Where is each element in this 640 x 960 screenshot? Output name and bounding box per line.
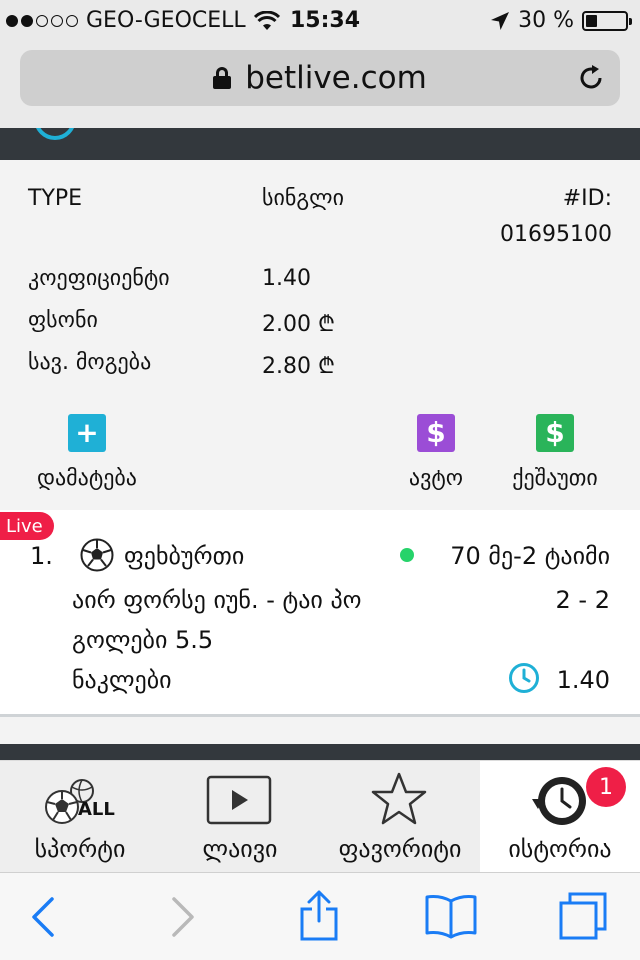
lock-icon xyxy=(213,67,232,89)
battery-icon xyxy=(582,10,632,31)
reload-icon[interactable] xyxy=(576,63,606,93)
stake-label: ფსონი xyxy=(28,308,98,333)
tabs-icon[interactable] xyxy=(558,891,608,941)
bet-details: TYPE სინგლი #ID: 01695100 კოეფიციენტი 1.… xyxy=(0,160,640,510)
forward-icon[interactable] xyxy=(170,897,196,937)
clock: 15:34 xyxy=(290,8,361,33)
nav-sports-label: სპორტი xyxy=(34,835,126,863)
cashout-button[interactable]: $ ქეშაუთი xyxy=(500,414,610,491)
nav-live-label: ლაივი xyxy=(202,835,278,863)
section-strip xyxy=(0,744,640,760)
nav-live[interactable]: ლაივი xyxy=(160,761,320,873)
nav-favorites-label: ფავორიტი xyxy=(338,835,462,863)
address-bar[interactable]: betlive.com xyxy=(20,50,620,106)
nav-history-label: ისტორია xyxy=(508,835,612,863)
selection-name: ნაკლები xyxy=(72,666,172,694)
coefficient-label: კოეფიციენტი xyxy=(28,266,170,291)
add-button[interactable]: + დამატება xyxy=(32,414,142,491)
potential-win-value: 2.80 ₾ xyxy=(262,354,335,379)
history-clock-icon xyxy=(532,777,586,825)
back-icon[interactable] xyxy=(30,897,56,937)
page-header-strip xyxy=(0,128,640,160)
share-icon[interactable] xyxy=(298,889,340,943)
dollar-icon: $ xyxy=(536,414,574,452)
cashout-label: ქეშაუთი xyxy=(512,466,598,491)
type-value: სინგლი xyxy=(262,186,344,211)
live-indicator-dot xyxy=(400,548,414,562)
stake-value: 2.00 ₾ xyxy=(262,312,335,337)
event-number: 1. xyxy=(30,542,53,570)
nav-favorites[interactable]: ფავორიტი xyxy=(320,761,480,873)
event-teams: აირ ფორსე იუნ. - ტაი პო xyxy=(72,586,362,614)
carrier-name: GEO-GEOCELL xyxy=(86,8,246,33)
play-icon xyxy=(206,775,272,825)
sports-all-text: ALL xyxy=(78,799,115,820)
nav-history[interactable]: 1 ისტორია xyxy=(480,761,640,873)
selection-odds: 1.40 xyxy=(556,666,610,694)
plus-icon: + xyxy=(68,414,106,452)
event-row[interactable]: Live 1. ფეხბურთი 70 მე-2 ტაიმი აირ ფორსე… xyxy=(0,510,640,714)
id-label: #ID: xyxy=(562,186,612,211)
auto-label: ავტო xyxy=(408,466,464,491)
event-score: 2 - 2 xyxy=(555,586,610,614)
coefficient-value: 1.40 xyxy=(262,266,311,291)
location-arrow-icon xyxy=(491,11,510,30)
battery-percent: 30 % xyxy=(518,8,574,33)
sport-name: ფეხბურთი xyxy=(124,542,245,570)
history-count-badge: 1 xyxy=(586,767,626,807)
browser-address-area: betlive.com xyxy=(0,40,640,128)
star-icon xyxy=(371,772,427,825)
add-label: დამატება xyxy=(37,466,137,491)
bottom-navigation: ALL სპორტი ლაივი ფავორიტი 1 ისტორია xyxy=(0,760,640,873)
nav-sports[interactable]: ALL სპორტი xyxy=(0,761,160,873)
auto-button[interactable]: $ ავტო xyxy=(396,414,476,491)
url-text: betlive.com xyxy=(245,60,427,96)
market-name: გოლები 5.5 xyxy=(72,626,214,654)
clock-icon xyxy=(509,663,539,693)
bookmarks-icon[interactable] xyxy=(424,893,478,939)
soccer-ball-icon xyxy=(80,538,114,572)
status-bar: GEO-GEOCELL 15:34 30 % xyxy=(0,0,640,40)
type-label: TYPE xyxy=(28,186,83,211)
browser-toolbar xyxy=(0,872,640,960)
potential-win-label: სავ. მოგება xyxy=(28,350,152,375)
logo-ring-icon xyxy=(34,128,76,140)
wifi-icon xyxy=(253,10,280,30)
id-value: 01695100 xyxy=(500,222,612,247)
match-time: 70 მე-2 ტაიმი xyxy=(450,542,610,570)
dollar-icon: $ xyxy=(417,414,455,452)
live-badge: Live xyxy=(0,512,54,540)
signal-strength-icon xyxy=(6,14,78,27)
